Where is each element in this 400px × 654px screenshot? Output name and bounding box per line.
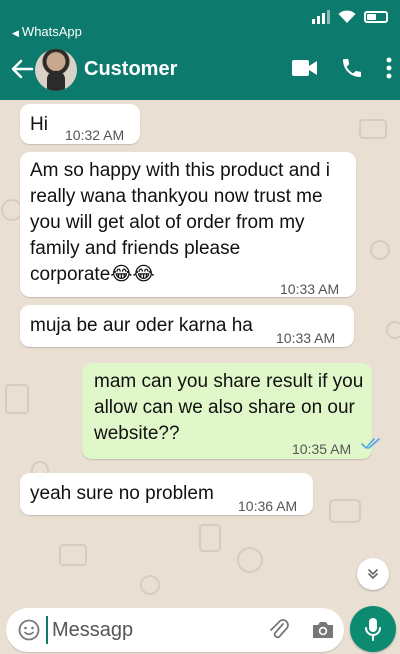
wifi-icon [338,10,356,23]
message-input[interactable] [46,616,246,644]
contact-name[interactable]: Customer [84,58,177,81]
message-line: Am so happy with this product and i [30,160,330,181]
message-line: mam can you share result if you [94,371,364,392]
message-list[interactable]: Hi 10:32 AM Am so happy with this produc… [0,100,400,600]
read-ticks-icon [361,438,380,450]
emoji-icon[interactable] [18,619,40,641]
message-time: 10:32 AM [65,127,125,143]
double-chevron-down-icon [368,569,378,580]
voice-call-icon[interactable] [340,56,364,80]
message-time: 10:36 AM [238,498,298,514]
message-text: muja be aur oder karna ha [30,315,253,336]
incoming-message[interactable]: yeah sure no problem 10:36 AM [20,473,313,515]
voice-message-button[interactable] [350,606,396,652]
back-arrow-icon[interactable] [8,55,36,83]
message-line: family and friends please [30,238,241,259]
message-time: 10:33 AM [280,281,340,297]
status-bar: ◀ WhatsApp [0,0,400,40]
message-time: 10:35 AM [292,441,352,457]
message-composer [6,608,344,652]
message-line: allow can we also share on our [94,397,355,418]
signal-icon [312,10,330,24]
incoming-message[interactable]: Hi 10:32 AM [20,104,140,144]
battery-icon [364,11,388,23]
video-call-icon[interactable] [292,59,318,77]
outgoing-message[interactable]: mam can you share result if you allow ca… [82,363,380,459]
message-line: really wana thankyou now trust me [30,186,323,207]
back-triangle-icon: ◀ [12,28,19,38]
incoming-message[interactable]: muja be aur oder karna ha 10:33 AM [20,305,354,347]
more-options-icon[interactable] [386,57,392,79]
scroll-to-bottom-button[interactable] [357,558,389,590]
header-actions [292,56,392,80]
avatar[interactable] [35,49,77,91]
message-time: 10:33 AM [276,330,336,346]
message-text: Hi [30,114,48,135]
chat-header: Customer [0,40,400,100]
back-to-app-label: WhatsApp [21,24,82,39]
incoming-message[interactable]: Am so happy with this product and i real… [20,152,356,297]
message-line: you will get alot of order from my [30,212,305,233]
message-text: yeah sure no problem [30,483,214,504]
microphone-icon [365,618,381,641]
camera-icon[interactable] [311,620,335,640]
attach-icon[interactable] [268,618,290,642]
status-icons [312,10,388,24]
back-to-app-link[interactable]: ◀ WhatsApp [12,24,82,39]
